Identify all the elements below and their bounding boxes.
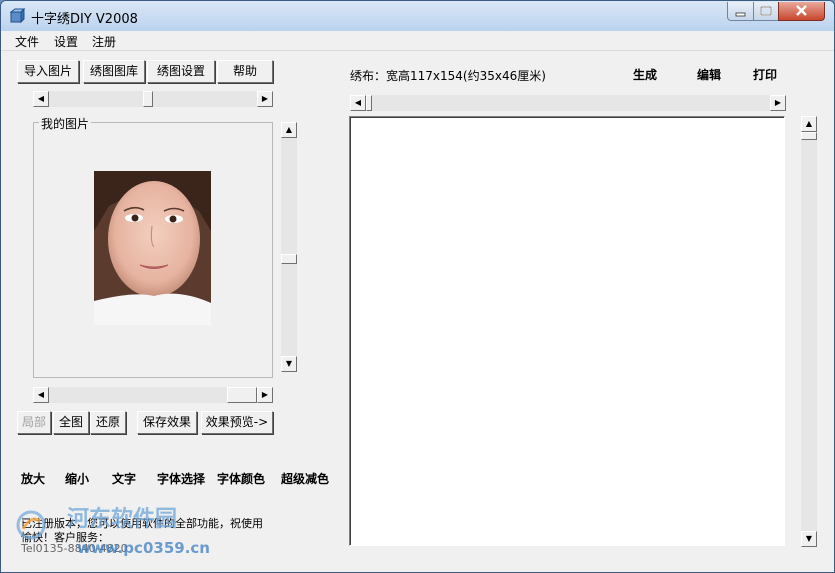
- scroll-left-icon[interactable]: ◀: [33, 387, 49, 403]
- scroll-left-icon[interactable]: ◀: [33, 91, 49, 107]
- zoom-in-tool[interactable]: 放大: [21, 470, 45, 487]
- scrollbar-track[interactable]: [49, 387, 257, 403]
- scroll-left-icon[interactable]: ◀: [350, 95, 366, 111]
- picture-horizontal-scrollbar[interactable]: ◀ ▶: [33, 387, 273, 403]
- text-tool[interactable]: 文字: [112, 470, 136, 487]
- edit-button[interactable]: 编辑: [697, 66, 721, 83]
- menu-settings[interactable]: 设置: [54, 33, 78, 50]
- scroll-up-icon[interactable]: ▲: [281, 122, 297, 138]
- maximize-icon: [760, 6, 772, 16]
- portrait-picture: [94, 171, 211, 325]
- maximize-button[interactable]: [753, 2, 779, 21]
- restore-button[interactable]: 还原: [90, 411, 126, 434]
- scroll-right-icon[interactable]: ▶: [770, 95, 786, 111]
- import-image-button[interactable]: 导入图片: [17, 60, 79, 83]
- window-title: 十字绣DIY V2008: [31, 12, 138, 27]
- help-button[interactable]: 帮助: [217, 60, 273, 83]
- pattern-library-button[interactable]: 绣图图库: [83, 60, 145, 83]
- main-window: 十字绣DIY V2008 文件 设置 注册 导入图片 绣图图库 绣图设置 帮助 …: [0, 0, 835, 573]
- minimize-icon: [735, 12, 746, 17]
- preview-effect-button[interactable]: 效果预览->: [201, 411, 273, 434]
- close-button[interactable]: [778, 2, 825, 21]
- scrollbar-thumb[interactable]: [143, 91, 153, 107]
- color-reduce-tool[interactable]: 超级减色: [281, 470, 329, 487]
- pattern-settings-button[interactable]: 绣图设置: [147, 60, 215, 83]
- generate-button[interactable]: 生成: [633, 66, 657, 83]
- scroll-right-icon[interactable]: ▶: [257, 387, 273, 403]
- menu-file[interactable]: 文件: [15, 33, 39, 50]
- scrollbar-track[interactable]: [281, 138, 297, 356]
- font-select-tool[interactable]: 字体选择: [157, 470, 205, 487]
- canvas-vertical-scrollbar[interactable]: ▲ ▼: [801, 116, 817, 547]
- pattern-canvas[interactable]: [349, 116, 785, 546]
- scrollbar-track[interactable]: [801, 132, 817, 531]
- portrait-image: [94, 171, 211, 325]
- scrollbar-thumb[interactable]: [281, 254, 297, 264]
- close-icon: [796, 5, 807, 16]
- top-horizontal-scrollbar[interactable]: ◀ ▶: [33, 91, 273, 107]
- scrollbar-thumb[interactable]: [366, 95, 372, 111]
- picture-vertical-scrollbar[interactable]: ▲ ▼: [281, 122, 297, 372]
- scrollbar-track[interactable]: [366, 95, 770, 111]
- scroll-down-icon[interactable]: ▼: [801, 531, 817, 547]
- scrollbar-track[interactable]: [49, 91, 257, 107]
- watermark-brand: 河东软件园: [67, 507, 178, 532]
- fabric-size-info: 绣布：宽高117x154(约35x46厘米): [350, 69, 546, 83]
- scroll-right-icon[interactable]: ▶: [257, 91, 273, 107]
- full-view-button[interactable]: 全图: [53, 411, 89, 434]
- zoom-out-tool[interactable]: 缩小: [65, 470, 89, 487]
- print-button[interactable]: 打印: [753, 66, 777, 83]
- scrollbar-thumb[interactable]: [801, 132, 817, 140]
- menu-register[interactable]: 注册: [92, 33, 116, 50]
- my-picture-label: 我的图片: [39, 115, 92, 132]
- canvas-horizontal-scrollbar[interactable]: ◀ ▶: [350, 95, 786, 111]
- minimize-button[interactable]: [727, 2, 754, 21]
- app-icon: [9, 8, 25, 24]
- menu-bar: 文件 设置 注册: [1, 31, 834, 51]
- watermark-url: www.pc0359.cn: [77, 539, 210, 557]
- font-color-tool[interactable]: 字体颜色: [217, 470, 265, 487]
- watermark-logo-icon: [16, 510, 46, 540]
- title-bar[interactable]: 十字绣DIY V2008: [1, 1, 834, 31]
- scrollbar-thumb[interactable]: [227, 387, 257, 403]
- scroll-down-icon[interactable]: ▼: [281, 356, 297, 372]
- local-view-button[interactable]: 局部: [17, 411, 51, 434]
- save-effect-button[interactable]: 保存效果: [137, 411, 197, 434]
- scroll-up-icon[interactable]: ▲: [801, 116, 817, 132]
